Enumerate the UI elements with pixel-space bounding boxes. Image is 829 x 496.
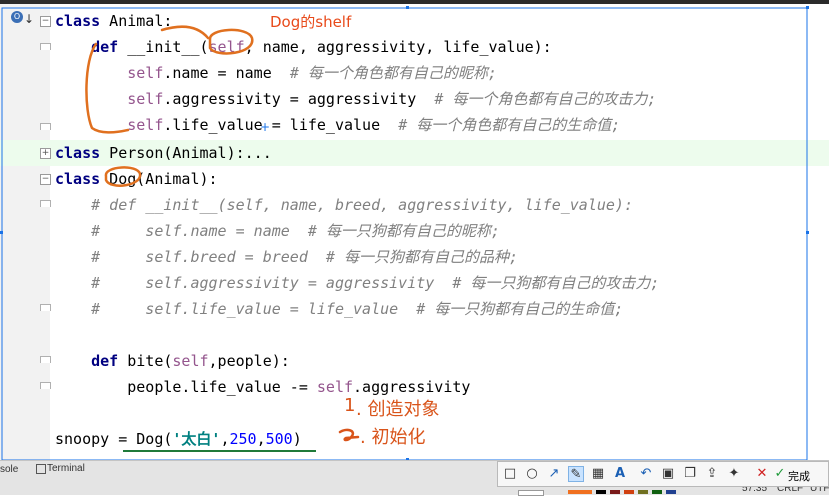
fold-marker-icon[interactable] [40, 356, 51, 363]
selection-handle[interactable] [806, 231, 809, 234]
code-line[interactable]: self.name = name # 每一个角色都有自己的昵称; [55, 60, 497, 86]
fold-marker-icon[interactable] [40, 200, 51, 207]
share-icon[interactable]: ⇪ [704, 466, 720, 482]
class-marker-icon[interactable]: O [11, 11, 23, 23]
color-swatch[interactable] [666, 490, 676, 494]
selection-handle[interactable] [0, 231, 3, 234]
screenshot-toolbar: □ ○ ↗ ✎ ▦ A ↶ ▣ ❐ ⇪ ✦ ✕ ✓ 完成 [497, 461, 829, 487]
code-line[interactable]: # self.life_value = life_value # 每一只狗都有自… [55, 296, 623, 322]
color-swatch[interactable] [624, 490, 634, 494]
color-swatch[interactable] [518, 490, 544, 496]
fold-marker-icon[interactable] [40, 43, 51, 50]
code-line[interactable]: # self.breed = breed # 每一只狗都有自己的品种; [55, 244, 518, 270]
override-arrow-icon[interactable]: ↓ [24, 12, 34, 26]
step2-annotation: . 初始化 [360, 427, 426, 448]
color-swatch[interactable] [638, 490, 648, 494]
ellipse-icon[interactable]: ○ [524, 466, 540, 482]
status-left-label[interactable]: sole [0, 464, 18, 475]
text-cursor-icon: + [260, 120, 271, 134]
pen-icon[interactable]: ✎ [568, 466, 584, 482]
undo-icon[interactable]: ↶ [638, 466, 654, 482]
code-line[interactable]: # def __init__(self, name, breed, aggres… [55, 192, 633, 218]
selection-handle[interactable] [806, 6, 809, 9]
code-line[interactable]: # self.name = name # 每一只狗都有自己的昵称; [55, 218, 500, 244]
step1-annotation: . 创造对象 [356, 399, 440, 420]
code-line[interactable]: snoopy = Dog('太白',250,500) [55, 426, 302, 452]
fold-end-icon[interactable] [40, 123, 51, 130]
terminal-icon[interactable] [36, 464, 46, 474]
expand-toggle-icon[interactable]: + [40, 148, 51, 159]
mosaic-icon[interactable]: ▦ [590, 466, 606, 482]
pin-icon[interactable]: ✦ [726, 466, 742, 482]
color-swatch[interactable] [568, 490, 592, 494]
text-icon[interactable]: A [612, 466, 628, 482]
close-icon[interactable]: ✕ [754, 466, 770, 482]
fold-end-icon[interactable] [40, 304, 51, 311]
step1-number: 1 [344, 395, 356, 416]
rectangle-icon[interactable]: □ [502, 466, 518, 482]
arrow-icon[interactable]: ↗ [546, 466, 562, 482]
save-icon[interactable]: ▣ [660, 466, 676, 482]
check-icon[interactable]: ✓ [772, 466, 788, 482]
terminal-tab[interactable]: Terminal [47, 463, 85, 474]
code-line[interactable]: class Animal: [55, 8, 172, 34]
copy-icon[interactable]: ❐ [682, 466, 698, 482]
code-line[interactable]: self.life_value = life_value # 每一个角色都有自己… [55, 112, 620, 138]
code-line[interactable]: class Person(Animal):... [55, 140, 272, 166]
code-line[interactable]: # self.aggressivity = aggressivity # 每一只… [55, 270, 659, 296]
fold-end-icon[interactable] [40, 382, 51, 389]
editor-gutter[interactable] [0, 4, 51, 460]
code-line[interactable]: class Dog(Animal): [55, 166, 218, 192]
fold-toggle-icon[interactable]: − [40, 174, 51, 185]
code-line[interactable]: def bite(self,people): [55, 348, 290, 374]
dog-shelf-annotation: Dog的shelf [270, 13, 352, 31]
fold-toggle-icon[interactable]: − [40, 16, 51, 27]
selection-handle[interactable] [406, 6, 409, 9]
done-button[interactable]: 完成 [788, 468, 810, 484]
color-swatch[interactable] [596, 490, 606, 494]
palette-strip [514, 488, 694, 496]
color-swatch[interactable] [610, 490, 620, 494]
code-line[interactable]: def __init__(self, name, aggressivity, l… [55, 34, 552, 60]
code-line[interactable]: self.aggressivity = aggressivity # 每一个角色… [55, 86, 656, 112]
color-swatch[interactable] [652, 490, 662, 494]
